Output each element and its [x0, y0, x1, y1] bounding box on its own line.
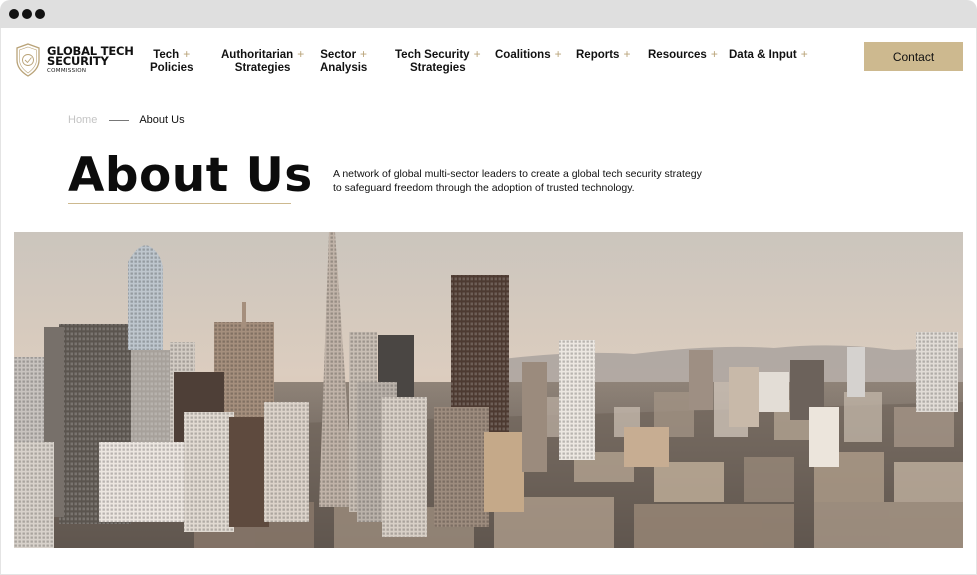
- breadcrumb-home-link[interactable]: Home: [68, 114, 97, 126]
- hero-city-image: [14, 232, 963, 548]
- brand-name-line2: SECURITY: [47, 54, 109, 68]
- nav-item-label: Reports: [576, 49, 620, 61]
- plus-icon: +: [473, 47, 481, 61]
- nav-item-resources[interactable]: Resources +: [648, 48, 718, 62]
- nav-item-label: Tech: [153, 49, 180, 61]
- city-skyline-illustration: [14, 232, 963, 548]
- nav-item-label: Strategies: [234, 61, 291, 74]
- plus-icon: +: [297, 47, 305, 61]
- nav-item-reports[interactable]: Reports +: [576, 48, 630, 62]
- nav-item-label: Strategies: [409, 61, 466, 74]
- nav-item-label: Data & Input: [729, 49, 797, 61]
- nav-item-label: Tech Security: [395, 49, 470, 61]
- title-underline: [68, 203, 291, 204]
- nav-item-label: Policies: [150, 61, 194, 74]
- nav-item-sector-analysis[interactable]: Sector + Analysis: [320, 48, 367, 74]
- plus-icon: +: [710, 47, 718, 61]
- site-logo[interactable]: GLOBAL TECH SECURITY COMMISSION: [15, 43, 134, 77]
- window-dot-icon[interactable]: [22, 9, 32, 19]
- plus-icon: +: [554, 47, 562, 61]
- nav-item-authoritarian-strategies[interactable]: Authoritarian + Strategies: [221, 48, 304, 74]
- shield-logo-icon: [16, 43, 40, 77]
- nav-item-label: Sector: [320, 49, 357, 61]
- nav-item-label: Coalitions: [495, 49, 551, 61]
- browser-titlebar: [0, 0, 977, 28]
- window-dot-icon[interactable]: [9, 9, 19, 19]
- contact-button[interactable]: Contact: [864, 42, 963, 71]
- breadcrumb-separator: [109, 119, 130, 121]
- nav-item-coalitions[interactable]: Coalitions +: [495, 48, 562, 62]
- plus-icon: +: [183, 47, 191, 61]
- breadcrumb: Home About Us: [68, 114, 185, 126]
- nav-item-label: Resources: [648, 49, 707, 61]
- breadcrumb-current: About Us: [139, 114, 185, 126]
- plus-icon: +: [800, 47, 808, 61]
- page-title: About Us: [68, 148, 313, 203]
- nav-item-label: Analysis: [320, 61, 368, 74]
- plus-icon: +: [360, 47, 368, 61]
- nav-item-tech-security-strategies[interactable]: Tech Security + Strategies: [395, 48, 481, 74]
- plus-icon: +: [623, 47, 631, 61]
- window-dot-icon[interactable]: [35, 9, 45, 19]
- intro-text: A network of global multi-sector leaders…: [333, 168, 702, 194]
- nav-item-data-input[interactable]: Data & Input +: [729, 48, 808, 62]
- nav-item-tech-policies[interactable]: Tech + Policies: [150, 48, 193, 74]
- nav-item-label: Authoritarian: [221, 49, 294, 61]
